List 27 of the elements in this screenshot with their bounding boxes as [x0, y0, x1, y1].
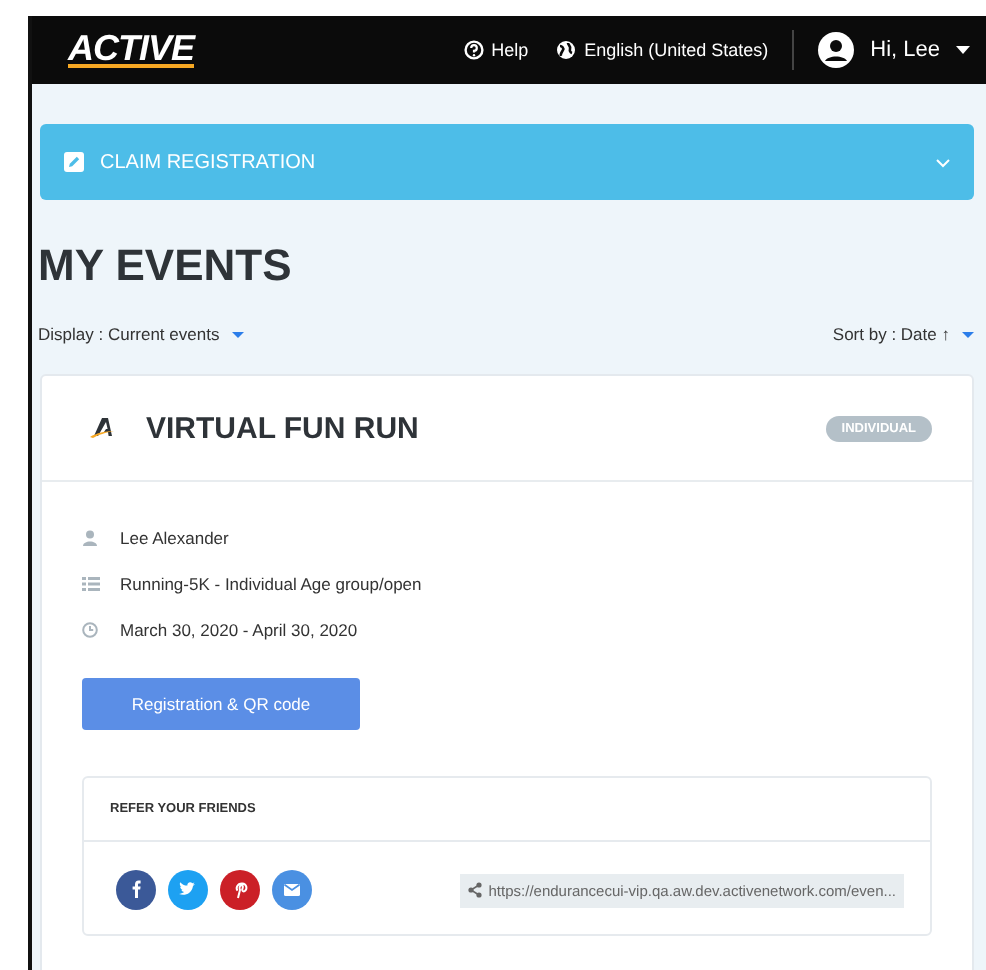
caret-icon: [956, 46, 970, 54]
person-icon: [82, 529, 98, 545]
avatar-icon: [818, 32, 855, 68]
event-title: VIRTUAL FUN RUN: [146, 411, 421, 445]
help-icon: [463, 40, 484, 60]
twitter-share-icon[interactable]: [168, 870, 208, 910]
chevron-icon: [936, 157, 950, 167]
pinterest-share-icon[interactable]: [220, 870, 260, 910]
sort-dropdown[interactable]: Sort by : Date ↑: [832, 324, 974, 344]
clock-icon: [82, 621, 98, 637]
caret-icon: [962, 331, 974, 337]
active-logo-icon: [90, 418, 118, 438]
detail-text: March 30, 2020 - April 30, 2020: [120, 619, 358, 639]
detail-text: Lee Alexander: [120, 527, 229, 547]
list-icon: [82, 575, 100, 591]
email-share-icon[interactable]: [272, 870, 312, 910]
page-title: MY EVENTS: [38, 240, 294, 292]
edit-icon: [64, 152, 84, 172]
facebook-share-icon[interactable]: [116, 870, 156, 910]
user-menu[interactable]: Hi, Lee: [818, 32, 970, 68]
caret-icon: [231, 331, 244, 337]
display-dropdown[interactable]: Display : Current events: [38, 324, 244, 344]
share-icon: [468, 882, 483, 898]
detail-text: Running-5K - Individual Age group/open: [120, 573, 422, 593]
active-logo[interactable]: ACTIVE: [68, 32, 195, 68]
help-link[interactable]: Help: [463, 40, 529, 60]
language-selector[interactable]: English (United States): [556, 40, 769, 60]
